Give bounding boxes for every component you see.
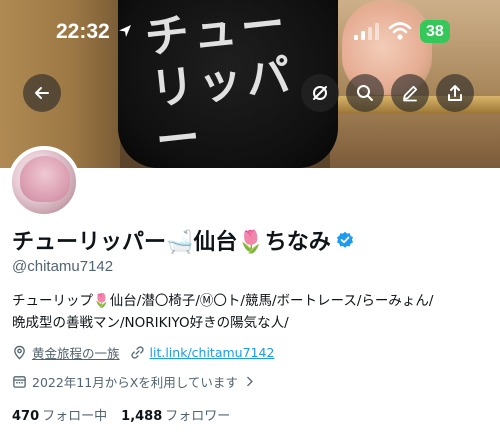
pencil-icon — [403, 85, 418, 102]
followers-link[interactable]: 1,488 フォロワー — [121, 405, 230, 424]
joined-date[interactable]: 2022年11月からXを利用しています — [12, 372, 256, 391]
bio-line: 晩成型の善戦マン/NORIKIYO好きの陽気な人/ — [12, 315, 289, 331]
status-time: 22:32 — [56, 20, 110, 43]
joined-text: 2022年11月からXを利用しています — [32, 375, 238, 390]
profile-bio: チューリップ🌷仙台/潜〇椅子/Ⓜ〇ト/競馬/ボートレース/らーみょん/ 晩成型の… — [12, 290, 492, 334]
back-button[interactable] — [23, 74, 61, 112]
following-link[interactable]: 470 フォロー中 — [12, 405, 107, 424]
arrow-left-icon — [35, 87, 49, 99]
mute-icon — [313, 86, 327, 100]
avatar[interactable] — [8, 146, 80, 218]
website-link[interactable]: lit.link/chitamu7142 — [150, 345, 275, 360]
following-label: フォロー中 — [42, 409, 108, 424]
chevron-right-icon — [247, 376, 253, 387]
status-bar: 22:32 38 — [0, 18, 500, 50]
search-icon — [357, 85, 373, 101]
followers-count: 1,488 — [121, 409, 163, 424]
avatar-figure — [20, 156, 70, 202]
wifi-icon — [388, 22, 412, 40]
following-count: 470 — [12, 409, 40, 424]
profile-name-row: チューリッパー🛁仙台🌷ちなみ — [12, 224, 354, 256]
website-item: lit.link/chitamu7142 — [130, 345, 275, 360]
followers-label: フォロワー — [165, 409, 231, 424]
share-icon — [448, 85, 462, 101]
bio-line: チューリップ🌷仙台/潜〇椅子/Ⓜ〇ト/競馬/ボートレース/らーみょん/ — [12, 293, 434, 309]
display-name: チューリッパー🛁仙台🌷ちなみ — [12, 229, 331, 254]
edit-button[interactable] — [391, 74, 429, 112]
location-text[interactable]: 黄金旅程の一族 — [32, 343, 120, 362]
follow-stats: 470 フォロー中 1,488 フォロワー — [12, 405, 230, 424]
location-arrow-icon — [119, 25, 131, 37]
profile-meta-row: 黄金旅程の一族 lit.link/chitamu7142 — [12, 343, 274, 362]
location-item: 黄金旅程の一族 — [12, 343, 120, 362]
calendar-icon — [13, 376, 26, 388]
location-pin-icon — [14, 345, 25, 360]
link-icon — [130, 346, 144, 359]
search-button[interactable] — [346, 74, 384, 112]
battery-indicator: 38 — [420, 20, 450, 43]
share-button[interactable] — [436, 74, 474, 112]
user-handle: @chitamu7142 — [12, 258, 114, 275]
mute-button[interactable] — [301, 74, 339, 112]
cellular-signal-icon — [354, 23, 379, 40]
verified-badge-icon[interactable] — [336, 231, 354, 249]
